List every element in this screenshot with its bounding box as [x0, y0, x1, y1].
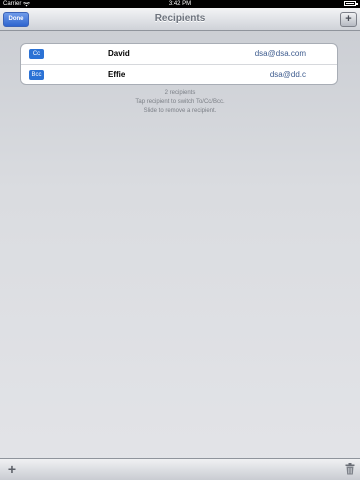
- recipient-list: Cc David dsa@dsa.com Bcc Effie dsa@dd.c: [20, 43, 338, 85]
- page-title: Recipients: [154, 13, 206, 24]
- recipient-name: Effie: [108, 70, 126, 79]
- switch-hint: Tap recipient to switch To/Cc/Bcc.: [135, 99, 225, 105]
- add-recipient-button[interactable]: +: [340, 12, 357, 27]
- recipient-type-badge[interactable]: Bcc: [29, 70, 44, 80]
- recipient-type-badge[interactable]: Cc: [29, 49, 44, 59]
- navigation-bar: Recipients Done +: [0, 8, 360, 31]
- trash-icon[interactable]: [345, 463, 355, 475]
- recipient-info: 2 recipients Tap recipient to switch To/…: [0, 89, 360, 116]
- recipient-email: dsa@dsa.com: [254, 49, 306, 58]
- bottom-toolbar: +: [0, 458, 360, 480]
- remove-hint: Slide to remove a recipient.: [143, 108, 217, 114]
- done-button[interactable]: Done: [3, 12, 29, 27]
- recipient-email: dsa@dd.c: [269, 70, 306, 79]
- status-time: 3:42 PM: [168, 1, 192, 7]
- recipient-row-david[interactable]: Cc David dsa@dsa.com: [21, 44, 337, 65]
- recipient-name: David: [108, 49, 130, 58]
- recipient-count: 2 recipients: [164, 90, 196, 96]
- status-bar: Carrier 3:42 PM: [0, 0, 360, 8]
- recipient-row-effie[interactable]: Bcc Effie dsa@dd.c: [21, 65, 337, 84]
- plus-icon[interactable]: +: [4, 461, 20, 477]
- battery-icon: [344, 1, 358, 6]
